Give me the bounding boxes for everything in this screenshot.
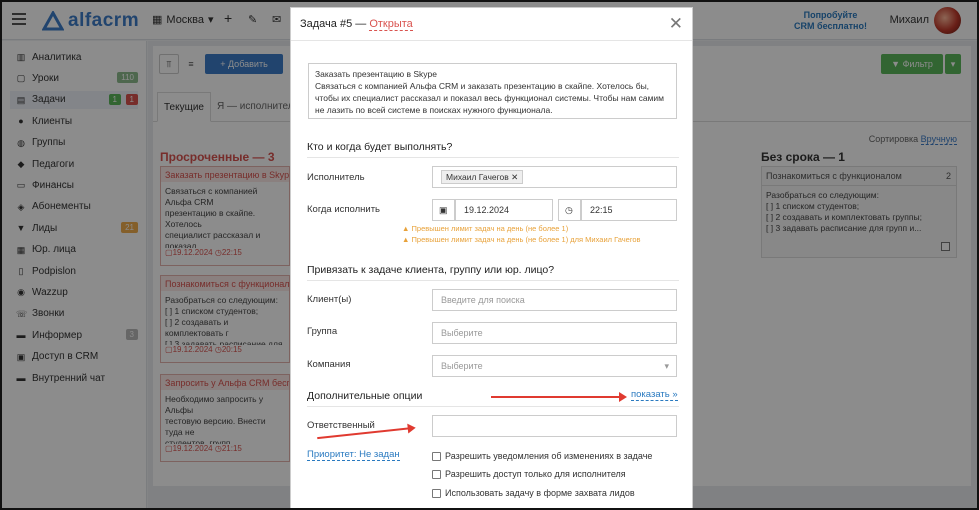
show-options-link[interactable]: показать » xyxy=(631,389,678,401)
task-modal: Задача #5 — Открыта ✕ Заказать презентац… xyxy=(290,7,693,508)
assignee-field[interactable]: Михаил Гачегов ✕ xyxy=(432,166,677,188)
group-select[interactable]: Выберите xyxy=(432,322,677,344)
lead-form-checkbox[interactable]: Использовать задачу в форме захвата лидо… xyxy=(432,488,635,498)
group-label: Группа xyxy=(307,326,338,337)
checkbox-icon xyxy=(432,469,441,479)
modal-title: Задача #5 — Открыта xyxy=(300,18,413,31)
status-link[interactable]: Открыта xyxy=(369,18,413,31)
remove-tag-icon[interactable]: ✕ xyxy=(511,172,518,182)
limit-warning-user: ▲ Превышен лимит задач на день (не более… xyxy=(402,235,641,244)
checkbox-icon xyxy=(432,451,441,461)
assignee-tag: Михаил Гачегов ✕ xyxy=(441,170,524,184)
client-label: Клиент(ы) xyxy=(307,294,352,305)
company-label: Компания xyxy=(307,359,351,370)
client-search-input[interactable]: Введите для поиска xyxy=(432,289,677,311)
modal-header: Задача #5 — Открыта ✕ xyxy=(291,8,692,41)
time-input[interactable]: 22:15 xyxy=(581,199,677,221)
annotation-arrow xyxy=(491,392,627,402)
responsible-label: Ответственный xyxy=(307,420,375,431)
priority-link[interactable]: Приоритет: Не задан xyxy=(307,449,400,461)
caret-down-icon: ▾ xyxy=(664,361,669,371)
clock-icon[interactable]: ◷ xyxy=(558,199,581,221)
when-label: Когда исполнить xyxy=(307,204,380,215)
assignee-label: Исполнитель xyxy=(307,172,365,183)
calendar-icon[interactable]: ▣ xyxy=(432,199,455,221)
close-icon[interactable]: ✕ xyxy=(669,14,683,34)
app-window: alfacrm ▦ Москва ▾ + ✎ ✉ Попробуйте CRM … xyxy=(0,0,979,510)
responsible-input[interactable] xyxy=(432,415,677,437)
company-select[interactable]: Выберите ▾ xyxy=(432,355,677,377)
date-input[interactable]: 19.12.2024 xyxy=(455,199,553,221)
notify-checkbox[interactable]: Разрешить уведомления об изменениях в за… xyxy=(432,451,652,461)
executor-only-checkbox[interactable]: Разрешить доступ только для исполнителя xyxy=(432,469,626,479)
section-who: Кто и когда будет выполнять? xyxy=(307,141,679,158)
checkbox-icon xyxy=(432,488,441,498)
limit-warning: ▲ Превышен лимит задач на день (не более… xyxy=(402,224,569,233)
description-textarea[interactable]: Заказать презентацию в Skype Связаться с… xyxy=(308,63,677,119)
section-link: Привязать к задаче клиента, группу или ю… xyxy=(307,264,679,281)
